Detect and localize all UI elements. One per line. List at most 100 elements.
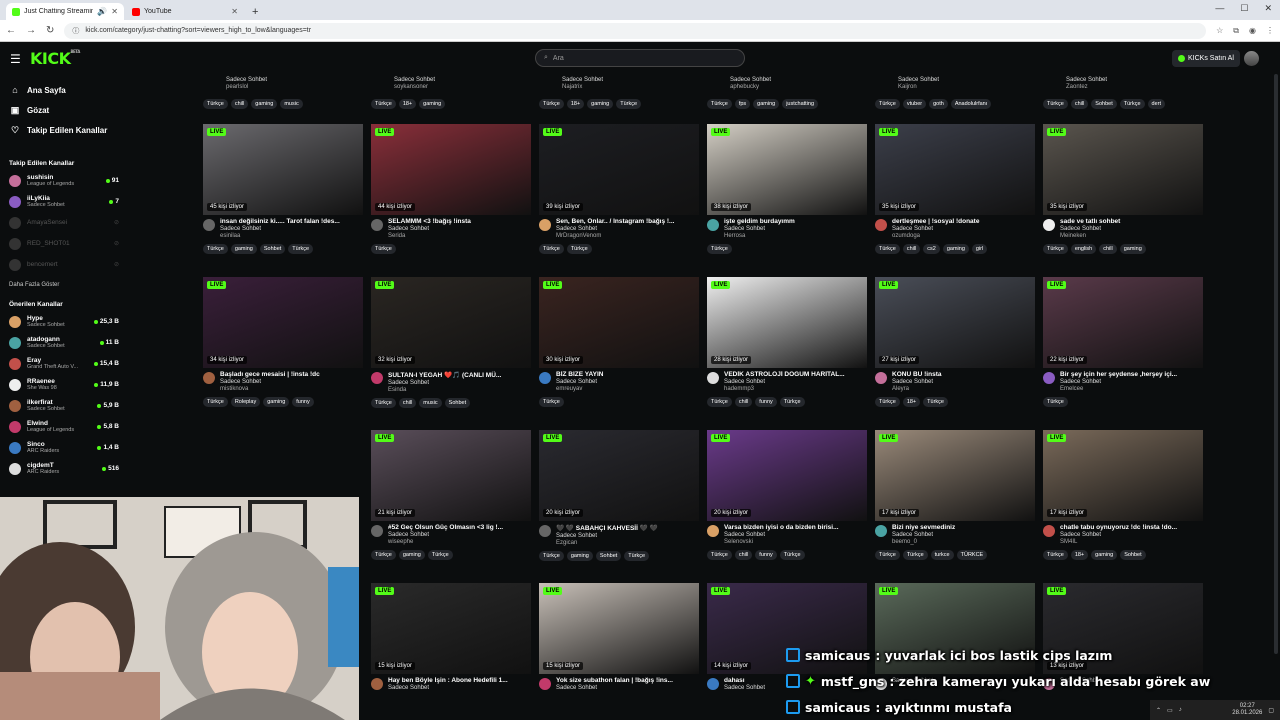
tag-chip[interactable]: chill [734,550,753,560]
stream-title[interactable]: Hay ben Böyle İşin : Abone Hedefili 1... [388,677,531,684]
stream-thumbnail[interactable]: LIVE 20 kişi izliyor [539,430,699,521]
sidebar-recommended-channel[interactable]: Hype Sadece Sohbet 25,3 B [0,311,126,332]
streamer-name[interactable]: mistiknova [220,386,363,392]
stream-title[interactable]: chatle tabu oynuyoruz !dc !insta !do... [1060,524,1203,531]
notifications-icon[interactable]: ▢ [1268,707,1274,714]
stream-category[interactable]: Sadece Sohbet [388,226,531,232]
maximize-icon[interactable]: ☐ [1240,3,1248,14]
tag-chip[interactable]: Türkçe [288,244,314,254]
stream-title[interactable]: BİZ BİZE YAYIN [556,371,699,378]
tag-chip[interactable]: chill [734,397,753,407]
streamer-avatar[interactable] [875,525,887,537]
tag-chip[interactable]: Türkçe [371,99,396,109]
stream-title[interactable]: Sen, Ben, Onlar.. / Instagram !bağış !..… [556,218,699,225]
stream-category[interactable]: Sadece Sohbet [388,532,531,538]
tag-chip[interactable]: gaming [263,397,290,407]
stream-card[interactable]: LIVE 20 kişi izliyor Varsa bizden iyisi o … [707,430,867,560]
streamer-name[interactable]: Zaontez [1066,84,1203,90]
stream-category[interactable]: Sadece Sohbet [892,532,1035,538]
stream-thumbnail[interactable]: LIVE 34 kişi izliyor [203,277,363,368]
tag-chip[interactable]: turkce [930,550,954,560]
bookmark-star-icon[interactable]: ☆ [1216,26,1223,35]
tag-chip[interactable]: chill [1070,99,1089,109]
clock[interactable]: 02:27 28.01.2026 [1232,703,1262,717]
tag-chip[interactable]: cs2 [923,244,940,254]
stream-category[interactable]: Sadece Sohbet [1060,532,1203,538]
sidebar-followed-channel[interactable]: bencemert ⊘ [0,254,126,275]
stream-title[interactable]: insan değilsiniz ki..... Tarot falan !de… [220,218,363,225]
tag-chip[interactable]: 18+ [1070,550,1089,560]
tag-chip[interactable]: Sohbet [1120,550,1146,560]
tag-chip[interactable]: gaming [587,99,614,109]
streamer-name[interactable]: hademmp3 [724,386,867,392]
tag-chip[interactable]: Türkçe [707,397,732,407]
tag-chip[interactable]: Türkçe [203,244,228,254]
stream-card[interactable]: LIVE 22 kişi izliyor Bir şey için her şeyd… [1043,277,1203,407]
stream-category[interactable]: Sadece Sohbet [556,533,699,539]
streamer-name[interactable]: ozumdoga [892,233,1035,239]
streamer-name[interactable]: wiseephe [388,539,531,545]
stream-title[interactable]: SULTAN-I YEGAH ❤️🎵 (CANLI MÜ... [388,371,531,379]
tag-chip[interactable]: vtuber [902,99,927,109]
tab-kick[interactable]: Just Chatting Streaming - Li 🔊 ✕ [6,3,124,20]
stream-category[interactable]: Sadece Sohbet [556,685,699,691]
stream-card[interactable]: LIVE 38 kişi izliyor işte geldim burdayımm… [707,124,867,254]
stream-category[interactable]: Sadece Sohbet [892,379,1035,385]
tag-chip[interactable]: Sohbet [444,398,471,408]
streamer-avatar[interactable] [875,219,887,231]
tag-chip[interactable]: girl [971,244,988,254]
stream-title[interactable]: Bizi niye sevmediniz [892,524,1035,531]
streamer-avatar[interactable] [371,372,383,384]
tag-chip[interactable]: 18+ [902,397,921,407]
hamburger-menu-icon[interactable]: ☰ [10,52,21,66]
reload-icon[interactable]: ↻ [46,25,54,36]
minimize-icon[interactable]: — [1215,3,1224,14]
stream-title[interactable]: #52 Geç Olsun Güç Olmasın <3 lig !... [388,524,531,531]
stream-thumbnail[interactable]: LIVE 45 kişi izliyor [203,124,363,215]
stream-card[interactable]: LIVE 35 kişi izliyor sade ve tatlı sohbet S… [1043,124,1203,254]
stream-category[interactable]: Sadece Sohbet [388,685,531,691]
close-tab-icon[interactable]: ✕ [111,7,118,16]
tag-chip[interactable]: chill [398,398,417,408]
stream-category[interactable]: Sadece Sohbet [388,380,531,386]
stream-thumbnail[interactable]: LIVE 21 kişi izliyor [371,430,531,521]
tag-chip[interactable]: Türkçe [539,99,564,109]
stream-thumbnail[interactable]: LIVE 28 kişi izliyor [707,277,867,368]
stream-thumbnail[interactable]: LIVE 35 kişi izliyor [1043,124,1203,215]
streamer-avatar[interactable] [371,219,383,231]
tag-chip[interactable]: Türkçe [371,550,396,560]
streamer-name[interactable]: Najatrix [562,84,699,90]
stream-title[interactable]: sade ve tatlı sohbet [1060,218,1203,225]
tag-chip[interactable]: Türkçe [1043,244,1068,254]
sidebar-recommended-channel[interactable]: Eray Grand Theft Auto V... 15,4 B [0,353,126,374]
streamer-avatar[interactable] [539,525,551,537]
stream-card-partial[interactable]: Sadece Sohbet aphebucky Türkçe fps gaming jus… [707,76,867,109]
streamer-avatar[interactable] [875,372,887,384]
kick-logo[interactable]: KICKBETA [30,49,80,68]
streamer-name[interactable]: esinilaa [220,233,363,239]
sidebar-recommended-channel[interactable]: atadogann Sadece Sohbet 11 B [0,332,126,353]
tag-chip[interactable]: Türkçe [707,99,732,109]
tag-chip[interactable]: gaming [230,244,257,254]
tag-chip[interactable]: funny [755,550,777,560]
streamer-avatar[interactable] [539,219,551,231]
stream-category[interactable]: Sadece Sohbet [892,226,1035,232]
tag-chip[interactable]: Türkçe [371,398,396,408]
streamer-avatar[interactable] [1043,219,1055,231]
stream-category[interactable]: Sadece Sohbet [562,77,699,83]
back-icon[interactable]: ← [6,25,16,36]
stream-category[interactable]: Sadece Sohbet [1060,226,1203,232]
streamer-avatar[interactable] [539,372,551,384]
tag-chip[interactable]: gaming [753,99,780,109]
tag-chip[interactable]: music [419,398,442,408]
stream-card[interactable]: LIVE 35 kişi izliyor dertleşmee | !sosyal … [875,124,1035,254]
stream-card[interactable]: LIVE 28 kişi izliyor VEDİK ASTROLOJİ DOĞUM… [707,277,867,407]
tag-chip[interactable]: Türkçe [371,244,396,254]
streamer-name[interactable]: aphebucky [730,84,867,90]
streamer-name[interactable]: pearlslol [226,84,363,90]
stream-thumbnail[interactable]: LIVE 35 kişi izliyor [875,124,1035,215]
streamer-name[interactable]: SM4IL [1060,539,1203,545]
tag-chip[interactable]: goth [929,99,948,109]
sidebar-recommended-channel[interactable]: cigdemT ARC Raiders 516 [0,458,126,479]
sidebar-item-browse[interactable]: ▣ Gözat [0,100,126,120]
